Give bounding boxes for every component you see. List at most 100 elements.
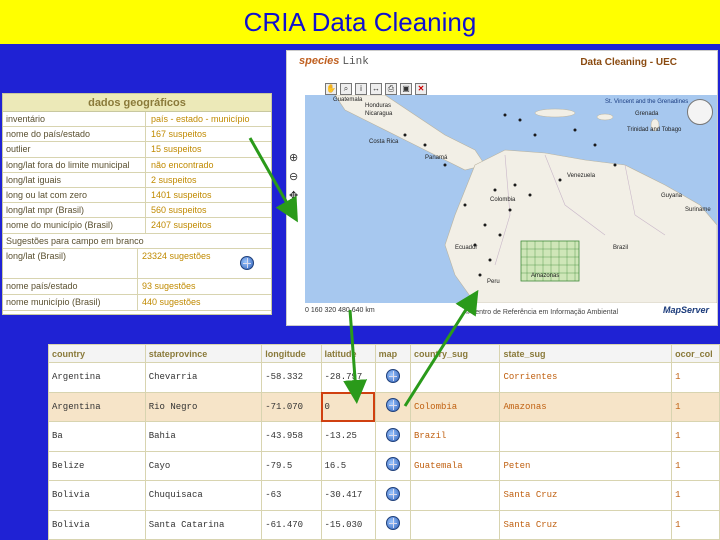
geo-row-value[interactable]: 15 suspeitos (146, 142, 271, 156)
place-label: Trinidad and Tobago (627, 127, 682, 133)
geo-row: long/lat iguais 2 suspeitos (3, 172, 271, 188)
cell-map (374, 421, 411, 452)
suggestion-label: nome país/estado (3, 278, 138, 294)
geo-row-value[interactable]: 2 suspeitos (146, 173, 271, 187)
geo-row-value[interactable]: 560 suspeitos (146, 203, 271, 217)
cell-ocor-col: 1 (671, 450, 720, 481)
geo-row-value[interactable]: 1401 suspeitos (146, 188, 271, 202)
table-row[interactable]: Bolivia Santa Catarina -61.470 -15.030 S… (48, 509, 720, 540)
cell-country: Bolivia (48, 480, 146, 511)
cell-country-suggestion (409, 362, 501, 393)
cell-ocor-col: 1 (671, 391, 720, 422)
geo-row-value[interactable]: não encontrado (146, 158, 271, 172)
map-header-title: Data Cleaning - UEC (580, 57, 677, 68)
geo-row-label: long/lat fora do limite municipal (3, 157, 146, 172)
geo-row: long/lat mpr (Brasil) 560 suspeitos (3, 203, 271, 219)
table-row[interactable]: Bolivia Chuquisaca -63 -30.417 Santa Cru… (48, 480, 720, 511)
cell-map (374, 450, 411, 481)
map-canvas[interactable]: Guatemala Honduras Nicaragua Costa Rica … (305, 95, 717, 303)
column-header[interactable]: latitude (320, 344, 376, 363)
place-label: Nicaragua (365, 111, 393, 117)
table-row[interactable]: Argentina Chevarria -58.332 -28.797 Corr… (48, 362, 720, 393)
cell-country: Bolivia (48, 509, 146, 540)
column-header[interactable]: longitude (261, 344, 322, 363)
globe-icon[interactable] (385, 427, 400, 442)
mapserver-logo: MapServer (662, 305, 709, 315)
cell-map (374, 391, 411, 422)
geo-row-value[interactable]: 2407 suspeitos (146, 218, 271, 232)
place-label: Panamá (425, 155, 448, 161)
place-label: Costa Rica (369, 139, 399, 145)
zoom-in-icon[interactable]: ⊕ (289, 151, 298, 164)
column-header[interactable]: country (48, 344, 146, 363)
suggestion-value[interactable]: 440 sugestões (138, 295, 223, 310)
map-panel: species Link Data Cleaning - UEC ✋ ⌕ i ↔… (286, 50, 718, 326)
cell-state: Cayo (144, 450, 263, 481)
geo-row-value[interactable]: país - estado - município (146, 112, 271, 126)
place-label: Guyana (661, 193, 683, 199)
map-zoom-controls: ⊕ ⊖ ✥ ↗ (289, 151, 298, 221)
save-tool-icon[interactable]: ▣ (400, 83, 412, 95)
place-label: Brazil (613, 245, 629, 251)
extent-icon[interactable]: ↗ (289, 208, 298, 221)
cell-map (374, 480, 411, 511)
cell-longitude: -71.070 (261, 391, 322, 422)
cell-state-suggestion: Peten (499, 450, 673, 481)
globe-icon[interactable] (385, 486, 400, 501)
suggestion-value[interactable]: 93 sugestões (138, 279, 223, 294)
column-header[interactable]: ocor_col (671, 344, 720, 363)
globe-icon[interactable] (240, 256, 254, 270)
cell-state-suggestion: Corrientes (499, 362, 673, 393)
place-label: Ecuador (455, 245, 478, 251)
species-link-logo: species Link (299, 55, 369, 68)
globe-icon[interactable] (385, 368, 400, 383)
globe-icon[interactable] (385, 516, 400, 531)
geo-row: inventário país - estado - município (3, 112, 271, 128)
place-label: Amazonas (531, 273, 560, 279)
cell-state: Chevarria (144, 362, 263, 393)
map-scale-bar: 0 160 320 480 640 km (305, 307, 375, 314)
geo-row-label: inventário (3, 112, 146, 127)
suggestion-value[interactable]: 23324 sugestões (138, 249, 223, 278)
geo-row-label: nome do país/estado (3, 127, 146, 142)
column-header[interactable]: stateprovince (144, 344, 263, 363)
geo-row-value[interactable]: 167 suspeitos (146, 127, 271, 141)
cell-latitude: -30.417 (320, 480, 376, 511)
column-header[interactable]: country_sug (409, 344, 501, 363)
clear-tool-icon[interactable]: ✕ (415, 83, 427, 95)
globe-icon[interactable] (385, 457, 400, 472)
column-header[interactable]: map (374, 344, 411, 363)
cell-country: Belize (48, 450, 146, 481)
cell-ocor-col: 1 (671, 509, 720, 540)
suggestion-row: nome município (Brasil) 440 sugestões (3, 294, 271, 311)
cell-longitude: -58.332 (261, 362, 322, 393)
geo-row: outlier 15 suspeitos (3, 142, 271, 158)
geo-row-label: nome do município (Brasil) (3, 218, 146, 233)
measure-tool-icon[interactable]: ↔ (370, 83, 382, 95)
table-row[interactable]: Argentina Rio Negro -71.070 0 Colombia A… (48, 391, 720, 422)
page-title: CRIA Data Cleaning (243, 6, 477, 37)
suggestion-row: nome país/estado 93 sugestões (3, 278, 271, 295)
pan-tool-icon[interactable]: ✋ (325, 83, 337, 95)
pan-icon[interactable]: ✥ (289, 189, 298, 202)
cell-state: Chuquisaca (144, 480, 263, 511)
info-tool-icon[interactable]: i (355, 83, 367, 95)
table-row[interactable]: Belize Cayo -79.5 16.5 Guatemala Peten 1 (48, 450, 720, 481)
print-tool-icon[interactable]: ⎙ (385, 83, 397, 95)
compass-icon[interactable] (687, 99, 713, 125)
cell-latitude: -13.25 (320, 421, 376, 452)
globe-icon[interactable] (385, 398, 400, 413)
cell-country: Argentina (48, 391, 146, 422)
cell-longitude: -61.470 (261, 509, 322, 540)
cell-state: Rio Negro (144, 391, 263, 422)
zoom-tool-icon[interactable]: ⌕ (340, 83, 352, 95)
suggestion-map-cell (223, 249, 271, 278)
table-row[interactable]: Ba Bahia -43.958 -13.25 Brazil 1 (48, 421, 720, 452)
place-label: St. Vincent and the Grenadines (605, 99, 689, 105)
geo-row: long ou lat com zero 1401 suspeitos (3, 187, 271, 204)
cell-country-suggestion: Guatemala (409, 450, 501, 481)
geo-row: nome do país/estado 167 suspeitos (3, 127, 271, 143)
suggestion-label: long/lat (Brasil) (3, 248, 138, 278)
column-header[interactable]: state_sug (499, 344, 673, 363)
zoom-out-icon[interactable]: ⊖ (289, 170, 298, 183)
